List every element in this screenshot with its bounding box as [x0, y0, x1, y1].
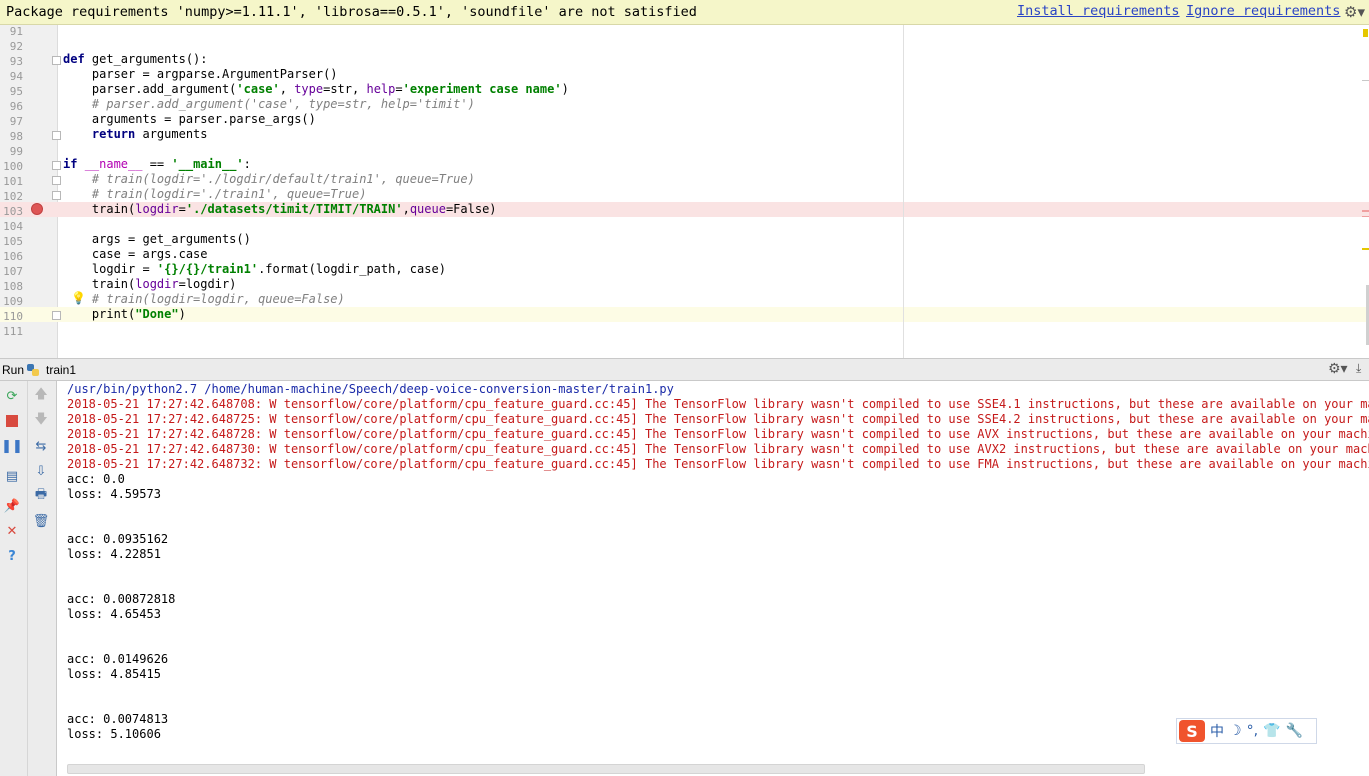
code-line: # train(logdir='./train1', queue=True)	[63, 187, 367, 201]
requirements-banner: Package requirements 'numpy>=1.11.1', 'l…	[0, 0, 1369, 25]
code-line: case = args.case	[63, 247, 208, 261]
pin-icon[interactable]: 📌	[3, 497, 21, 515]
breakpoint-icon[interactable]	[31, 203, 43, 215]
line-number: 99	[9, 145, 23, 158]
close-icon[interactable]: ✕	[3, 522, 21, 540]
scroll-to-end-icon[interactable]: ⇩	[32, 462, 50, 480]
pause-icon[interactable]: ❚❚	[1, 437, 23, 455]
fold-marker[interactable]	[52, 191, 61, 200]
console-acc: acc: 0.0935162	[67, 532, 169, 546]
print-icon[interactable]: 🖶	[32, 487, 50, 505]
arrow-up-icon[interactable]: 🡅	[32, 387, 50, 405]
sogou-logo-icon[interactable]: S	[1179, 720, 1205, 742]
fold-marker[interactable]	[52, 311, 61, 320]
console-loss: loss: 4.22851	[67, 547, 161, 561]
line-number: 104	[3, 220, 23, 233]
punctuation-icon[interactable]: °,	[1247, 723, 1258, 739]
rerun-icon[interactable]: ⟳	[3, 387, 21, 405]
layout-icon[interactable]: ▤	[3, 467, 21, 485]
run-panel-header: Run train1 ⚙▾ ⤓	[0, 358, 1369, 381]
fold-marker[interactable]	[52, 56, 61, 65]
arrow-down-icon[interactable]: 🡇	[32, 412, 50, 430]
console-acc: acc: 0.0149626	[67, 652, 169, 666]
run-label: Run	[2, 363, 25, 377]
code-line: args = get_arguments()	[63, 232, 251, 246]
line-number: 102	[3, 190, 23, 203]
line-number: 96	[9, 100, 23, 113]
line-number: 101	[3, 175, 23, 188]
console-acc: acc: 0.0	[67, 472, 125, 486]
run-toolbar-secondary: 🡅 🡇 ⇆ ⇩ 🖶 🗑	[28, 381, 57, 776]
line-number: 95	[9, 85, 23, 98]
wrench-icon[interactable]: 🔧	[1285, 723, 1302, 739]
current-line-highlight	[0, 307, 1369, 322]
code-line: train(logdir=logdir)	[63, 277, 237, 291]
code-line: logdir = '{}/{}/train1'.format(logdir_pa…	[63, 262, 446, 276]
console-loss: loss: 4.65453	[67, 607, 161, 621]
ignore-requirements-link[interactable]: Ignore requirements	[1186, 3, 1340, 19]
install-requirements-link[interactable]: Install requirements	[1017, 3, 1180, 19]
console-warning: 2018-05-21 17:27:42.648708: W tensorflow…	[67, 397, 1369, 411]
console-warning: 2018-05-21 17:27:42.648728: W tensorflow…	[67, 427, 1369, 441]
line-number: 94	[9, 70, 23, 83]
line-number: 98	[9, 130, 23, 143]
line-number: 103	[3, 205, 23, 218]
console-acc: acc: 0.0074813	[67, 712, 169, 726]
line-number: 105	[3, 235, 23, 248]
line-number: 97	[9, 115, 23, 128]
code-line: arguments = parser.parse_args()	[63, 112, 316, 126]
stop-icon[interactable]	[3, 412, 21, 430]
code-line: def get_arguments():	[63, 52, 208, 66]
code-line: if __name__ == '__main__':	[63, 157, 251, 171]
fold-marker[interactable]	[52, 176, 61, 185]
console-warning: 2018-05-21 17:27:42.648725: W tensorflow…	[67, 412, 1369, 426]
code-line: return arguments	[63, 127, 208, 141]
help-icon[interactable]: ?	[3, 547, 21, 565]
line-number: 108	[3, 280, 23, 293]
console-command: /usr/bin/python2.7 /home/human-machine/S…	[67, 382, 674, 396]
code-line: train(logdir='./datasets/timit/TIMIT/TRA…	[63, 202, 497, 216]
code-line: # train(logdir='./logdir/default/train1'…	[63, 172, 475, 186]
fold-marker[interactable]	[52, 161, 61, 170]
fold-marker[interactable]	[52, 131, 61, 140]
trash-icon[interactable]: 🗑	[32, 512, 50, 530]
ime-chinese-mode[interactable]: 中	[1210, 721, 1224, 741]
line-number: 92	[9, 40, 23, 53]
skin-icon[interactable]: 👕	[1263, 723, 1280, 739]
python-icon	[27, 364, 39, 376]
run-toolbar-primary: ⟳ ❚❚ ▤ 📌 ✕ ?	[0, 381, 28, 776]
code-editor[interactable]: 91 92 93 94 95 96 97 98 99 100 101 102 103 104 105 106 1…	[0, 25, 1369, 358]
console-acc: acc: 0.00872818	[67, 592, 176, 606]
console-loss: loss: 5.10606	[67, 727, 161, 741]
banner-message: Package requirements 'numpy>=1.11.1', 'l…	[6, 4, 697, 20]
console-loss: loss: 4.59573	[67, 487, 161, 501]
console-warning: 2018-05-21 17:27:42.648732: W tensorflow…	[67, 457, 1369, 471]
run-tab-train1[interactable]: train1	[46, 363, 76, 377]
console-loss: loss: 4.85415	[67, 667, 161, 681]
code-line: parser = argparse.ArgumentParser()	[63, 67, 338, 81]
line-number: 110	[3, 310, 23, 323]
line-number: 100	[3, 160, 23, 173]
line-number: 91	[9, 25, 23, 38]
gear-icon[interactable]: ⚙▾	[1328, 361, 1348, 377]
code-line: # train(logdir=logdir, queue=False)	[63, 292, 345, 306]
moon-icon[interactable]: ☽	[1229, 723, 1242, 739]
editor-scrollbar[interactable]	[1361, 25, 1369, 358]
soft-wrap-icon[interactable]: ⇆	[32, 437, 50, 455]
right-margin-guide	[903, 25, 904, 358]
hide-panel-icon[interactable]: ⤓	[1356, 361, 1361, 376]
ime-toolbar: S 中 ☽ °, 👕 🔧	[1176, 718, 1317, 744]
line-number: 93	[9, 55, 23, 68]
gear-icon[interactable]: ⚙▾	[1344, 3, 1365, 21]
console-warning: 2018-05-21 17:27:42.648730: W tensorflow…	[67, 442, 1369, 456]
run-console[interactable]: /usr/bin/python2.7 /home/human-machine/S…	[57, 381, 1369, 776]
line-number: 107	[3, 265, 23, 278]
line-number: 109	[3, 295, 23, 308]
line-number: 111	[3, 325, 23, 338]
line-number: 106	[3, 250, 23, 263]
code-line: parser.add_argument('case', type=str, he…	[63, 82, 569, 96]
code-line: # parser.add_argument('case', type=str, …	[63, 97, 475, 111]
code-line: print("Done")	[63, 307, 186, 321]
console-horizontal-scrollbar[interactable]	[67, 764, 1145, 774]
